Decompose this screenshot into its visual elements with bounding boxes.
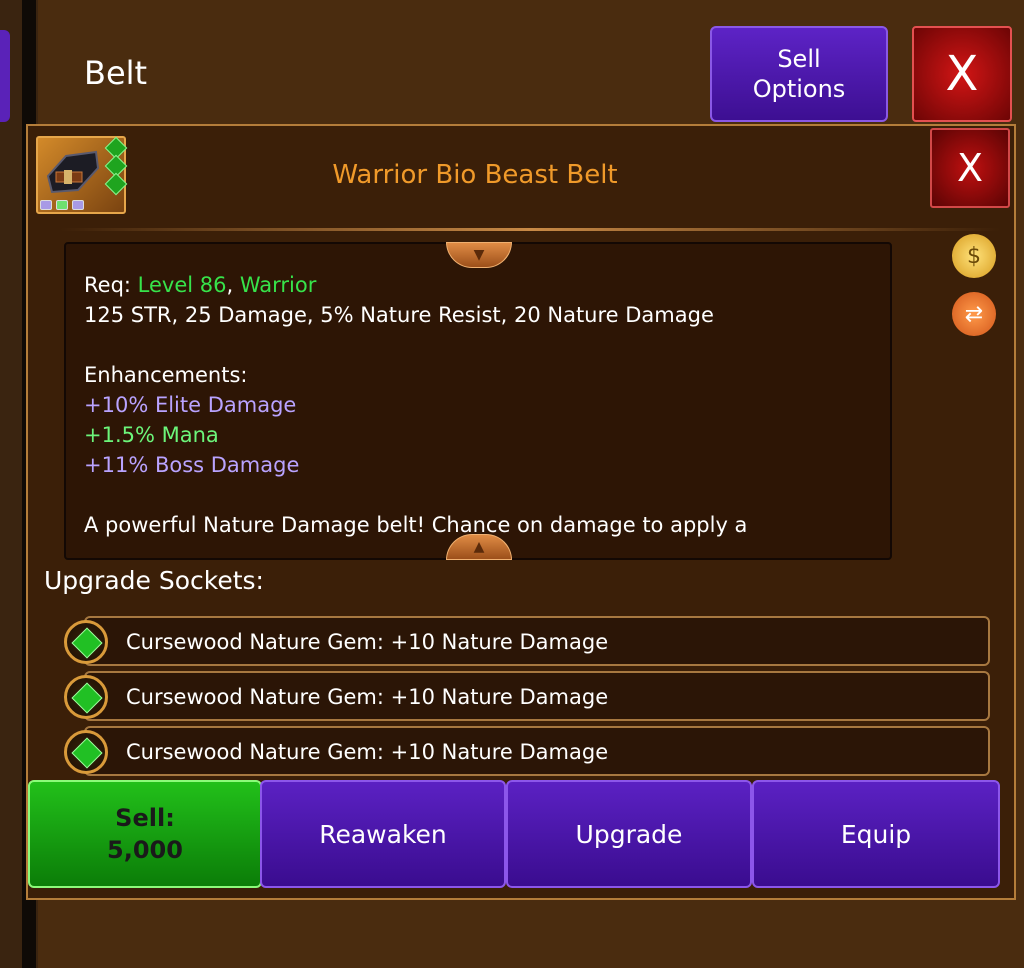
enhancement-item: +1.5% Mana — [84, 423, 219, 447]
divider — [60, 228, 1000, 231]
item-name: Warrior Bio Beast Belt — [332, 160, 618, 190]
chevron-up-icon: ▲ — [473, 539, 485, 555]
enhancement-dot — [56, 200, 68, 210]
item-description-box[interactable]: Req: Level 86, Warrior 125 STR, 25 Damag… — [64, 242, 892, 560]
req-class: Warrior — [239, 273, 317, 297]
sell-label: Sell: 5,000 — [107, 804, 183, 864]
req-label: Req: — [84, 273, 138, 297]
chevron-down-icon: ▼ — [473, 247, 485, 263]
gem-socket-icon — [64, 620, 108, 664]
reawaken-label: Reawaken — [319, 819, 447, 849]
close-item-button[interactable]: X — [930, 128, 1010, 208]
enhancement-item: +10% Elite Damage — [84, 393, 297, 417]
swap-icon[interactable]: ⇄ — [952, 292, 996, 336]
money-bag-icon[interactable]: $ — [952, 234, 996, 278]
equip-label: Equip — [840, 819, 912, 849]
gem-socket-icon — [64, 675, 108, 719]
stats-line: 125 STR, 25 Damage, 5% Nature Resist, 20… — [84, 303, 714, 327]
page-title: Belt — [84, 54, 148, 92]
socket-label: Cursewood Nature Gem: +10 Nature Damage — [126, 740, 609, 764]
requirement-line: Req: Level 86, Warrior — [84, 270, 884, 300]
gem-icon — [104, 172, 128, 196]
sockets-heading: Upgrade Sockets: — [44, 566, 264, 595]
left-tab[interactable] — [0, 30, 10, 122]
socket-row[interactable]: Cursewood Nature Gem: +10 Nature Damage — [84, 616, 990, 666]
upgrade-button[interactable]: Upgrade — [506, 780, 752, 888]
req-separator: , — [226, 273, 240, 297]
enhancement-dot — [72, 200, 84, 210]
enhancement-item: +11% Boss Damage — [84, 453, 300, 477]
req-level: Level 86 — [137, 273, 227, 297]
socket-row[interactable]: Cursewood Nature Gem: +10 Nature Damage — [84, 671, 990, 721]
equip-button[interactable]: Equip — [752, 780, 1000, 888]
socket-gems-indicator — [104, 136, 128, 196]
item-icon — [36, 136, 128, 214]
socket-row[interactable]: Cursewood Nature Gem: +10 Nature Damage — [84, 726, 990, 776]
close-button[interactable]: X — [912, 26, 1012, 122]
enhancement-dots — [40, 200, 84, 210]
gem-socket-icon — [64, 730, 108, 774]
reawaken-button[interactable]: Reawaken — [260, 780, 506, 888]
upgrade-label: Upgrade — [575, 819, 683, 849]
sell-button[interactable]: Sell: 5,000 — [28, 780, 262, 888]
socket-label: Cursewood Nature Gem: +10 Nature Damage — [126, 685, 609, 709]
belt-icon — [46, 150, 100, 194]
socket-label: Cursewood Nature Gem: +10 Nature Damage — [126, 630, 609, 654]
enhancement-dot — [40, 200, 52, 210]
sell-options-button[interactable]: Sell Options — [710, 26, 888, 122]
enhancements-heading: Enhancements: — [84, 363, 248, 387]
